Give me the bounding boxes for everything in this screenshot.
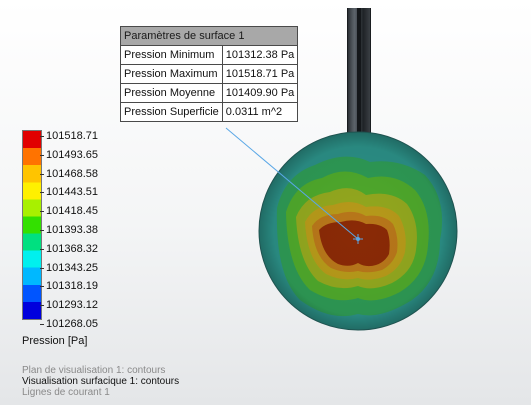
legend-unit-label: Pression [Pa] [22, 335, 88, 347]
disk-shading [259, 132, 457, 330]
row-label: Pression Moyenne [120, 83, 223, 103]
table-row: Pression Minimum 101312.38 Pa [120, 45, 299, 65]
legend-label: 101268.05 [40, 318, 98, 330]
graphics-viewport[interactable]: Paramètres de surface 1 Pression Minimum… [0, 0, 531, 405]
plot-item-flow-lines[interactable]: Lignes de courant 1 [22, 387, 179, 398]
row-value: 101518.71 Pa [221, 64, 299, 84]
legend-label: 101518.71 [40, 130, 98, 142]
table-row: Pression Moyenne 101409.90 Pa [120, 83, 299, 103]
row-value: 101409.90 Pa [221, 83, 299, 103]
plot-item-surface[interactable]: Visualisation surfacique 1: contours [22, 376, 179, 387]
legend-label: 101318.19 [40, 280, 98, 293]
legend-color-bar [22, 130, 42, 320]
row-label: Pression Superficie [120, 102, 223, 122]
plot-list: Plan de visualisation 1: contours Visual… [22, 365, 179, 398]
probe-point [356, 237, 360, 241]
table-title: Paramètres de surface 1 [119, 26, 299, 46]
row-label: Pression Maximum [120, 64, 223, 84]
legend-label: 101343.25 [40, 261, 98, 274]
row-label: Pression Minimum [120, 45, 223, 65]
plot-item-plane[interactable]: Plan de visualisation 1: contours [22, 365, 179, 376]
legend-label: 101368.32 [40, 242, 98, 255]
row-value: 101312.38 Pa [221, 45, 299, 65]
legend-label: 101493.65 [40, 148, 98, 161]
legend-label: 101443.51 [40, 186, 98, 199]
table-header-row: Paramètres de surface 1 [119, 26, 299, 46]
legend-label: 101418.45 [40, 205, 98, 218]
legend-label: 101393.38 [40, 224, 98, 236]
surface-parameters-table[interactable]: Paramètres de surface 1 Pression Minimum… [119, 26, 299, 122]
row-value: 0.0311 m^2 [221, 102, 299, 122]
table-row: Pression Superficie 0.0311 m^2 [120, 102, 299, 122]
table-row: Pression Maximum 101518.71 Pa [120, 64, 299, 84]
legend-label: 101468.58 [40, 167, 98, 180]
legend-label: 101293.12 [40, 299, 98, 312]
